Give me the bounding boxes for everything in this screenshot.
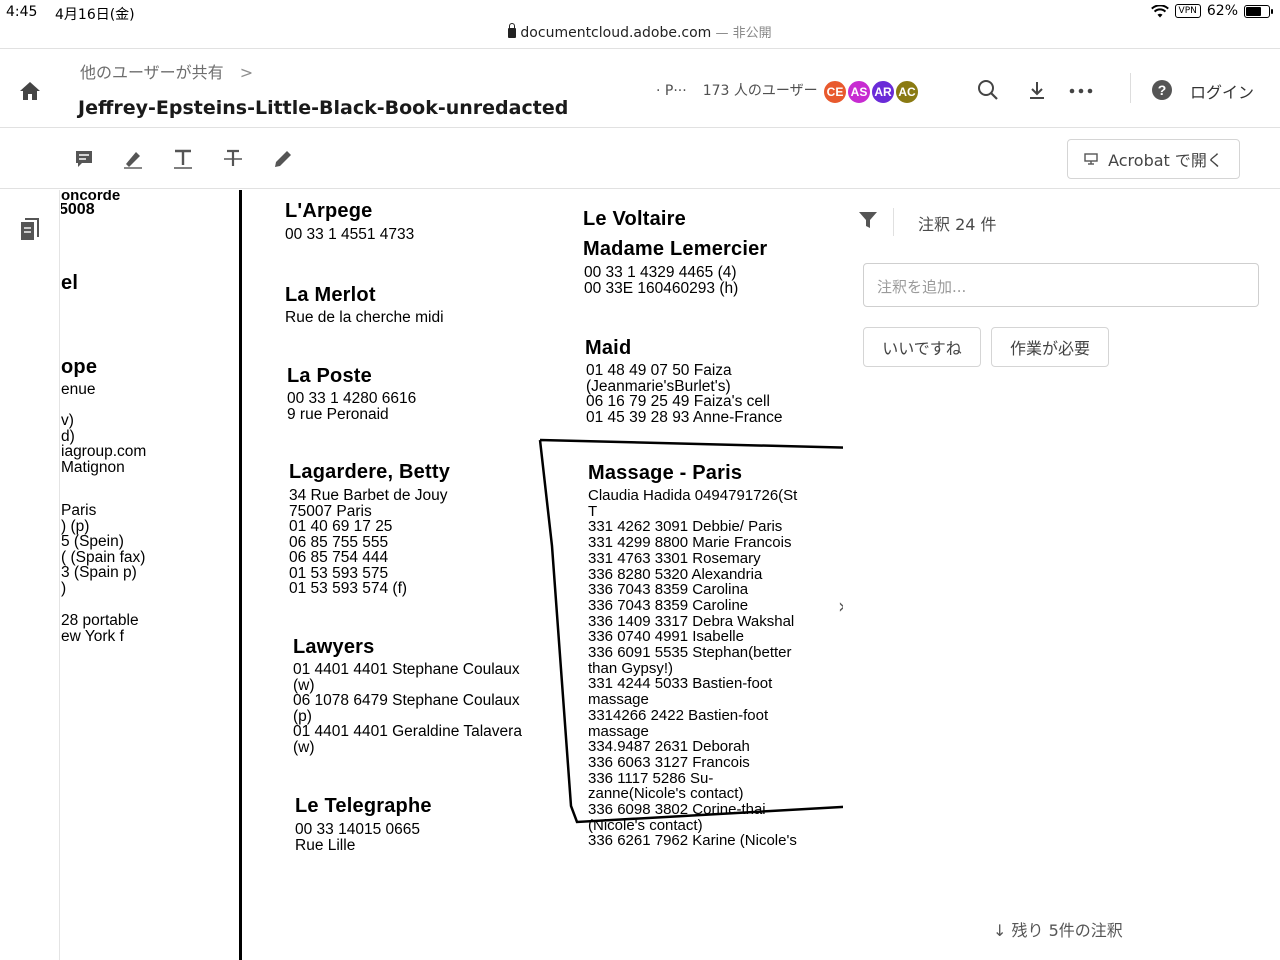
avatar[interactable]: AC bbox=[894, 79, 920, 105]
strikethrough-tool[interactable] bbox=[221, 147, 245, 171]
doc-heading: Lawyers bbox=[293, 636, 375, 658]
doc-heading: Le Voltaire bbox=[583, 208, 686, 230]
svg-text:?: ? bbox=[1158, 82, 1167, 98]
doc-heading: L'Arpege bbox=[285, 200, 373, 222]
left-rail bbox=[0, 190, 60, 960]
document-title: Jeffrey-Epsteins-Little-Black-Book-unred… bbox=[78, 97, 569, 119]
login-button[interactable]: ログイン bbox=[1190, 79, 1254, 103]
comment-tool[interactable] bbox=[72, 147, 96, 171]
battery-icon bbox=[1244, 4, 1273, 18]
share-prefix: · P··· bbox=[656, 83, 687, 99]
strikethrough-icon bbox=[224, 149, 242, 166]
header-divider bbox=[1130, 73, 1131, 103]
comment-icon bbox=[76, 151, 92, 167]
doc-text: Rue de la cherche midi bbox=[285, 309, 444, 326]
panel-divider bbox=[893, 208, 894, 236]
avatar[interactable]: CE bbox=[822, 79, 848, 105]
open-in-acrobat-label: Acrobat で開く bbox=[1108, 151, 1223, 170]
pencil-icon bbox=[275, 151, 291, 167]
like-button[interactable]: いいですね bbox=[863, 327, 981, 367]
text-tool[interactable] bbox=[171, 147, 195, 171]
doc-text: Paris ) (p) 5 (Spein) ( (Spain fax) 3 (S… bbox=[61, 502, 146, 597]
doc-text: 00 33 1 4329 4465 (4) 00 33E 160460293 (… bbox=[584, 264, 739, 297]
users-count: 173 人のユーザー bbox=[702, 83, 818, 99]
search-icon bbox=[978, 80, 998, 100]
doc-heading: La Poste bbox=[287, 365, 372, 387]
help-button[interactable]: ? bbox=[1149, 77, 1175, 103]
download-button[interactable] bbox=[1024, 77, 1050, 103]
column-divider bbox=[239, 190, 242, 960]
doc-text: enue v) d) iagroup.com Matignon bbox=[61, 381, 147, 476]
doc-text: Claudia Hadida 0494791726(St T 331 4262 … bbox=[588, 487, 798, 850]
doc-text: 34 Rue Barbet de Jouy 75007 Paris 01 40 … bbox=[289, 487, 448, 597]
filter-icon[interactable] bbox=[858, 210, 878, 230]
avatar[interactable]: AS bbox=[846, 79, 872, 105]
text-icon bbox=[174, 149, 192, 169]
status-date: 4月16日(金) bbox=[55, 7, 135, 23]
wifi-icon bbox=[1150, 4, 1169, 17]
vpn-badge: VPN bbox=[1174, 4, 1201, 18]
doc-heading: La Merlot bbox=[285, 284, 376, 306]
avatar-group[interactable]: CE AS AR AC bbox=[822, 79, 920, 105]
doc-text: 28 portable ew York f bbox=[61, 612, 139, 645]
load-remaining-comments[interactable]: ↓ 残り 5件の注釈 bbox=[993, 917, 1123, 941]
url-private-label: — 非公開 bbox=[711, 26, 772, 41]
doc-text: 01 4401 4401 Stephane Coulaux (w) 06 107… bbox=[293, 661, 522, 756]
doc-heading: Le Telegraphe bbox=[295, 795, 432, 817]
more-icon bbox=[1069, 88, 1093, 94]
status-time: 4:45 bbox=[6, 4, 38, 20]
home-icon[interactable] bbox=[18, 79, 42, 103]
monitor-icon bbox=[1084, 153, 1098, 165]
breadcrumb-label: 他のユーザーが共有 bbox=[80, 63, 224, 82]
more-button[interactable] bbox=[1068, 77, 1094, 103]
open-in-acrobat-button[interactable]: Acrobat で開く bbox=[1067, 139, 1240, 179]
needs-work-button[interactable]: 作業が必要 bbox=[991, 327, 1109, 367]
doc-heading: el bbox=[61, 272, 79, 294]
highlighter-icon bbox=[124, 152, 142, 169]
help-icon: ? bbox=[1152, 80, 1172, 100]
avatar[interactable]: AR bbox=[870, 79, 896, 105]
doc-text: 00 33 1 4551 4733 bbox=[285, 226, 415, 243]
lock-icon bbox=[508, 23, 517, 38]
doc-heading: Madame Lemercier bbox=[583, 238, 768, 260]
draw-tool[interactable] bbox=[271, 147, 295, 171]
status-right: VPN 62% bbox=[1150, 3, 1273, 19]
comment-count: 注釈 24 件 bbox=[918, 215, 997, 234]
share-info[interactable]: · P··· 173 人のユーザー bbox=[656, 80, 818, 100]
add-comment-input[interactable]: 注釈を追加... bbox=[863, 263, 1259, 307]
chevron-right-icon: > bbox=[239, 63, 254, 82]
doc-text: 01 48 49 07 50 Faiza (Jeanmarie'sBurlet'… bbox=[586, 362, 783, 426]
doc-heading: ope bbox=[61, 356, 98, 378]
breadcrumb[interactable]: 他のユーザーが共有 > bbox=[80, 59, 253, 83]
doc-heading: Maid bbox=[585, 337, 632, 359]
pages-icon[interactable] bbox=[20, 218, 40, 242]
search-button[interactable] bbox=[975, 77, 1001, 103]
doc-heading: Lagardere, Betty bbox=[289, 461, 451, 483]
comments-header: 注釈 24 件 bbox=[843, 190, 1280, 250]
comments-panel: 注釈 24 件 注釈を追加... いいですね 作業が必要 ↓ 残り 5件の注釈 bbox=[843, 190, 1280, 960]
doc-text: 00 33 14015 0665 Rue Lille bbox=[295, 821, 420, 854]
download-icon bbox=[1030, 82, 1044, 99]
url-domain: documentcloud.adobe.com bbox=[520, 25, 712, 41]
url-bar[interactable]: documentcloud.adobe.com — 非公開 bbox=[0, 22, 1280, 48]
status-bar: 4:45 4月16日(金) VPN 62% bbox=[0, 0, 1280, 24]
doc-text: 00 33 1 4280 6616 9 rue Peronaid bbox=[287, 390, 417, 423]
annotation-toolbar: Acrobat で開く bbox=[0, 129, 1280, 189]
app-header: 他のユーザーが共有 > Jeffrey-Epsteins-Little-Black… bbox=[0, 48, 1280, 128]
doc-text: 5008 bbox=[61, 201, 95, 218]
battery-percent: 62% bbox=[1206, 3, 1238, 19]
doc-heading: Massage - Paris bbox=[588, 462, 743, 484]
highlight-tool[interactable] bbox=[121, 147, 145, 171]
document-viewer[interactable]: oncorde 5008 el ope enue v) d) iagroup.c… bbox=[61, 190, 860, 960]
